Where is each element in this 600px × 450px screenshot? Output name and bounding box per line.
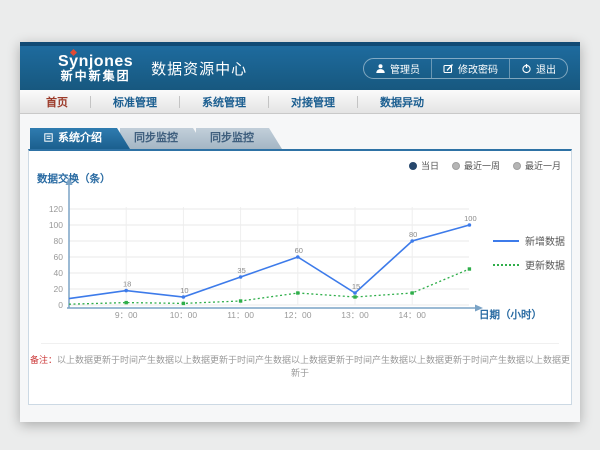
legend-label: 新增数据: [525, 233, 565, 248]
legend-new-data[interactable]: 新增数据: [493, 233, 565, 248]
edit-icon: [443, 63, 454, 74]
svg-text:60: 60: [54, 252, 64, 262]
app-header: Synjones 新中新集团 数据资源中心 管理员 修改密码 退出: [20, 42, 580, 90]
main-nav: 首页 标准管理 系统管理 对接管理 数据异动: [20, 90, 580, 114]
page-title: 数据资源中心: [151, 58, 247, 79]
logout-label: 退出: [536, 61, 556, 76]
footnote-prefix: 备注：: [30, 355, 57, 365]
svg-text:40: 40: [54, 268, 64, 278]
legend-updated-data[interactable]: 更新数据: [493, 257, 565, 272]
footnote: 备注：以上数据更新于时间产生数据以上数据更新于时间产生数据以上数据更新于时间产生…: [29, 353, 571, 379]
dotted-line-swatch-icon: [493, 264, 519, 266]
svg-text:60: 60: [295, 246, 303, 255]
logo-company-name: 新中新集团: [58, 70, 133, 83]
svg-text:80: 80: [409, 230, 417, 239]
chart-legend: 新增数据 更新数据: [493, 233, 565, 272]
svg-text:12：00: 12：00: [284, 310, 312, 320]
tab-label: 系统介绍: [58, 132, 102, 144]
svg-text:18: 18: [123, 280, 131, 289]
content-panel: 当日 最近一周 最近一月 数据交换（条） 0204060801001209：00…: [28, 149, 572, 405]
logo-spark-icon: [70, 49, 77, 56]
nav-item-data-changes[interactable]: 数据异动: [358, 94, 446, 110]
tab-bar: 系统介绍 同步监控 同步监控: [30, 128, 572, 149]
svg-text:14：00: 14：00: [398, 310, 426, 320]
nav-item-home[interactable]: 首页: [24, 94, 90, 110]
user-icon: [375, 63, 386, 74]
change-password-label: 修改密码: [458, 61, 498, 76]
logo-wordmark: Synjones: [58, 53, 133, 71]
svg-text:10: 10: [180, 286, 188, 295]
power-icon: [521, 63, 532, 74]
tab-sync-monitor-2[interactable]: 同步监控: [196, 128, 282, 149]
document-icon: [44, 133, 53, 142]
svg-text:100: 100: [464, 214, 477, 223]
user-label: 管理员: [390, 61, 420, 76]
svg-text:11：00: 11：00: [227, 310, 254, 320]
svg-text:120: 120: [49, 204, 63, 214]
tab-label: 同步监控: [210, 132, 254, 144]
header-actions: 管理员 修改密码 退出: [363, 58, 568, 79]
legend-label: 更新数据: [525, 257, 565, 272]
logout-button[interactable]: 退出: [509, 59, 567, 78]
app-window: Synjones 新中新集团 数据资源中心 管理员 修改密码 退出 首页 标准管…: [20, 42, 580, 422]
user-button[interactable]: 管理员: [364, 59, 431, 78]
svg-text:100: 100: [49, 220, 63, 230]
svg-text:9：00: 9：00: [115, 310, 138, 320]
svg-text:20: 20: [54, 284, 64, 294]
tab-sync-monitor-1[interactable]: 同步监控: [120, 128, 206, 149]
svg-text:13：00: 13：00: [341, 310, 369, 320]
svg-text:15: 15: [352, 282, 360, 291]
change-password-button[interactable]: 修改密码: [431, 59, 509, 78]
tab-label: 同步监控: [134, 132, 178, 144]
tab-system-intro[interactable]: 系统介绍: [30, 128, 130, 149]
x-axis-title: 日期（小时）: [479, 307, 542, 322]
company-logo: Synjones 新中新集团: [58, 53, 133, 84]
solid-line-swatch-icon: [493, 240, 519, 242]
panel-divider: [41, 343, 559, 344]
svg-text:10：00: 10：00: [170, 310, 198, 320]
svg-text:80: 80: [54, 236, 64, 246]
nav-item-system-management[interactable]: 系统管理: [180, 94, 268, 110]
svg-text:35: 35: [237, 266, 245, 275]
nav-item-interface-management[interactable]: 对接管理: [269, 94, 357, 110]
footnote-text: 以上数据更新于时间产生数据以上数据更新于时间产生数据以上数据更新于时间产生数据以…: [57, 355, 570, 378]
svg-text:0: 0: [58, 300, 63, 310]
nav-item-standard-management[interactable]: 标准管理: [91, 94, 179, 110]
